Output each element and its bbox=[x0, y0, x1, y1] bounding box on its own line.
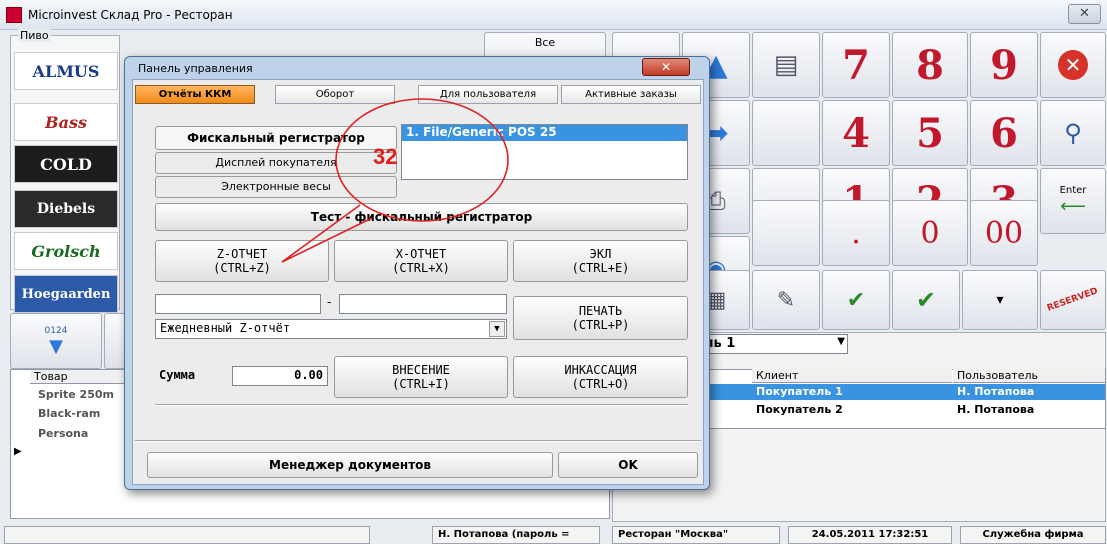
annotation-callout bbox=[281, 98, 509, 263]
annotation-ellipse bbox=[335, 98, 509, 222]
annotation-number: 32 bbox=[373, 144, 398, 169]
annotation-pointer bbox=[281, 204, 373, 263]
